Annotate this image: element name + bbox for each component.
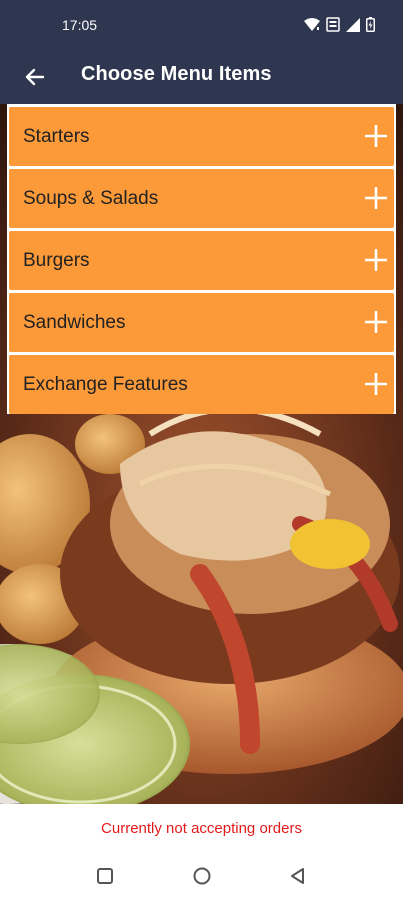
app-bar: Choose Menu Items — [0, 50, 403, 104]
wifi-icon — [304, 17, 320, 32]
menu-category-starters[interactable]: Starters — [9, 107, 394, 166]
status-icons — [304, 17, 375, 32]
order-status-footer: Currently not accepting orders — [0, 804, 403, 852]
order-status-text: Currently not accepting orders — [101, 820, 302, 837]
menu-category-sandwiches[interactable]: Sandwiches — [9, 293, 394, 352]
plus-icon[interactable] — [365, 187, 387, 209]
back-triangle-icon[interactable] — [286, 864, 310, 888]
menu-category-label: Starters — [23, 126, 90, 147]
menu-category-label: Sandwiches — [23, 312, 126, 333]
cell-signal-icon — [346, 17, 360, 32]
status-time: 17:05 — [62, 17, 98, 33]
plus-icon[interactable] — [365, 125, 387, 147]
menu-category-list: Starters Soups & Salads Burgers Sandwich… — [7, 104, 396, 414]
menu-category-burgers[interactable]: Burgers — [9, 231, 394, 290]
system-nav-bar — [0, 852, 403, 900]
page-title: Choose Menu Items — [81, 63, 272, 85]
menu-category-exchange-features[interactable]: Exchange Features — [9, 355, 394, 414]
plus-icon[interactable] — [365, 373, 387, 395]
plus-icon[interactable] — [365, 249, 387, 271]
home-circle-icon[interactable] — [190, 864, 214, 888]
arrow-left-icon — [25, 68, 45, 86]
menu-category-label: Burgers — [23, 250, 90, 271]
data-saver-icon — [326, 17, 340, 32]
status-bar: 17:05 — [0, 0, 403, 50]
plus-icon[interactable] — [365, 311, 387, 333]
back-button[interactable] — [20, 62, 50, 92]
menu-category-soups-salads[interactable]: Soups & Salads — [9, 169, 394, 228]
menu-category-label: Exchange Features — [23, 374, 188, 395]
menu-category-label: Soups & Salads — [23, 188, 159, 209]
recents-square-icon[interactable] — [93, 864, 117, 888]
battery-icon — [366, 17, 375, 32]
